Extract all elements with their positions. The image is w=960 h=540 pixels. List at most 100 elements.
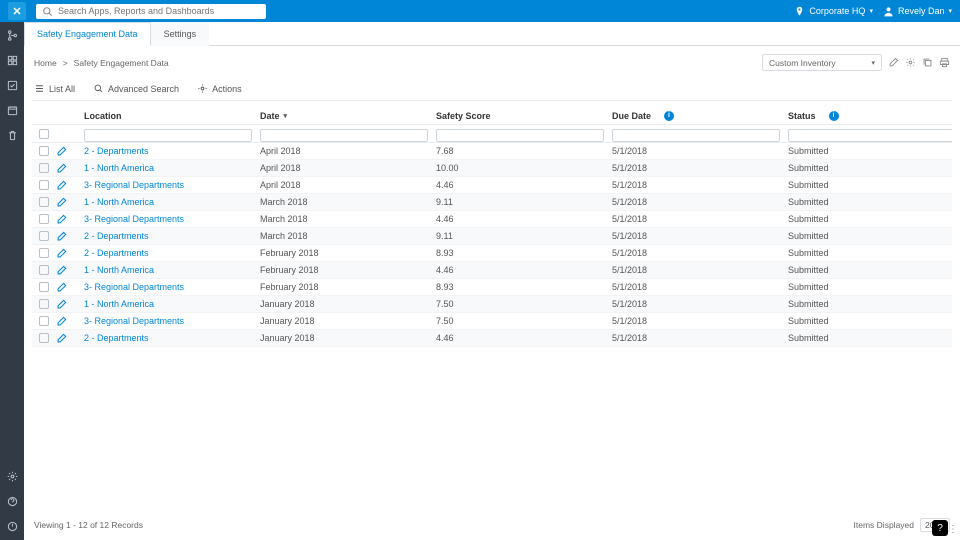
col-date[interactable]: Date▾ [260, 111, 436, 121]
edit-row-icon[interactable] [56, 299, 84, 310]
print-icon[interactable] [939, 57, 950, 68]
row-checkbox[interactable] [39, 163, 49, 173]
gear-icon[interactable] [905, 57, 916, 68]
tab-safety-engagement-data[interactable]: Safety Engagement Data [24, 22, 151, 46]
row-checkbox[interactable] [39, 231, 49, 241]
location-link[interactable]: 1 - North America [84, 299, 260, 309]
nav-calendar-icon[interactable] [7, 105, 18, 116]
edit-row-icon[interactable] [56, 282, 84, 293]
location-link[interactable]: 3- Regional Departments [84, 214, 260, 224]
score-cell: 7.50 [436, 299, 612, 309]
nav-trash-icon[interactable] [7, 130, 18, 141]
row-checkbox[interactable] [39, 214, 49, 224]
due-cell: 5/1/2018 [612, 248, 788, 258]
edit-row-icon[interactable] [56, 231, 84, 242]
col-location[interactable]: Location [84, 111, 260, 121]
date-cell: March 2018 [260, 214, 436, 224]
edit-row-icon[interactable] [56, 214, 84, 225]
nav-tasks-icon[interactable] [7, 80, 18, 91]
row-checkbox[interactable] [39, 180, 49, 190]
edit-row-icon[interactable] [56, 333, 84, 344]
breadcrumb-page: Safety Engagement Data [74, 58, 169, 68]
data-table: Location Date▾ Safety Score Due Date i S… [32, 107, 952, 506]
list-all-button[interactable]: List All [34, 83, 75, 94]
global-search[interactable] [36, 4, 266, 19]
row-checkbox[interactable] [39, 146, 49, 156]
user-menu[interactable]: Revely Dan ▾ [883, 6, 952, 17]
status-cell: Submitted [788, 214, 952, 224]
edit-icon[interactable] [888, 57, 899, 68]
date-cell: January 2018 [260, 299, 436, 309]
info-icon[interactable]: i [664, 111, 674, 121]
location-switcher[interactable]: Corporate HQ ▾ [794, 6, 873, 17]
nav-settings-icon[interactable] [7, 471, 18, 482]
edit-row-icon[interactable] [56, 248, 84, 259]
location-link[interactable]: 2 - Departments [84, 146, 260, 156]
col-due-date[interactable]: Due Date i [612, 111, 788, 121]
date-cell: March 2018 [260, 197, 436, 207]
location-link[interactable]: 1 - North America [84, 265, 260, 275]
tab-settings[interactable]: Settings [151, 22, 210, 46]
map-pin-icon [794, 6, 805, 17]
location-link[interactable]: 3- Regional Departments [84, 282, 260, 292]
edit-row-icon[interactable] [56, 265, 84, 276]
main-area: Safety Engagement DataSettings Home > Sa… [24, 22, 960, 540]
col-status[interactable]: Status i [788, 111, 952, 121]
status-cell: Submitted [788, 248, 952, 258]
row-checkbox[interactable] [39, 333, 49, 343]
date-cell: January 2018 [260, 316, 436, 326]
location-link[interactable]: 2 - Departments [84, 333, 260, 343]
advanced-search-button[interactable]: Advanced Search [93, 83, 179, 94]
location-link[interactable]: 1 - North America [84, 163, 260, 173]
select-all-checkbox[interactable] [39, 129, 49, 139]
table-header: Location Date▾ Safety Score Due Date i S… [32, 107, 952, 125]
filter-score[interactable] [436, 129, 604, 142]
top-bar: ✕ Corporate HQ ▾ Revely Dan ▾ [0, 0, 960, 22]
edit-row-icon[interactable] [56, 316, 84, 327]
table-row: 2 - DepartmentsJanuary 20184.465/1/2018S… [32, 330, 952, 347]
row-checkbox[interactable] [39, 248, 49, 258]
page-tabs: Safety Engagement DataSettings [24, 22, 960, 46]
status-cell: Submitted [788, 163, 952, 173]
row-checkbox[interactable] [39, 299, 49, 309]
sort-desc-icon: ▾ [284, 112, 288, 120]
location-link[interactable]: 2 - Departments [84, 231, 260, 241]
view-select[interactable]: Custom Inventory ▾ [762, 54, 882, 71]
nav-help-icon[interactable] [7, 496, 18, 507]
date-cell: April 2018 [260, 146, 436, 156]
nav-dashboard-icon[interactable] [7, 55, 18, 66]
edit-row-icon[interactable] [56, 197, 84, 208]
table-row: 1 - North AmericaMarch 20189.115/1/2018S… [32, 194, 952, 211]
edit-row-icon[interactable] [56, 180, 84, 191]
breadcrumb-home[interactable]: Home [34, 58, 57, 68]
floating-help-icon[interactable]: ? [932, 520, 948, 536]
row-checkbox[interactable] [39, 265, 49, 275]
filter-location[interactable] [84, 129, 252, 142]
col-safety-score[interactable]: Safety Score [436, 111, 612, 121]
user-icon [883, 6, 894, 17]
edit-row-icon[interactable] [56, 146, 84, 157]
edit-row-icon[interactable] [56, 163, 84, 174]
filter-status[interactable] [788, 129, 952, 142]
location-link[interactable]: 3- Regional Departments [84, 316, 260, 326]
nav-branch-icon[interactable] [7, 30, 18, 41]
location-link[interactable]: 3- Regional Departments [84, 180, 260, 190]
search-input[interactable] [58, 6, 260, 16]
score-cell: 9.11 [436, 197, 612, 207]
row-checkbox[interactable] [39, 282, 49, 292]
location-link[interactable]: 2 - Departments [84, 248, 260, 258]
info-icon[interactable]: i [829, 111, 839, 121]
actions-button[interactable]: Actions [197, 83, 242, 94]
app-logo[interactable]: ✕ [8, 2, 26, 20]
search-icon [42, 6, 53, 17]
score-cell: 4.46 [436, 265, 612, 275]
filter-due[interactable] [612, 129, 780, 142]
row-checkbox[interactable] [39, 316, 49, 326]
table-row: 1 - North AmericaJanuary 20187.505/1/201… [32, 296, 952, 313]
row-checkbox[interactable] [39, 197, 49, 207]
filter-date[interactable] [260, 129, 428, 142]
copy-icon[interactable] [922, 57, 933, 68]
nav-power-icon[interactable] [7, 521, 18, 532]
location-link[interactable]: 1 - North America [84, 197, 260, 207]
floating-menu-icon[interactable]: ⋮ [948, 524, 958, 535]
